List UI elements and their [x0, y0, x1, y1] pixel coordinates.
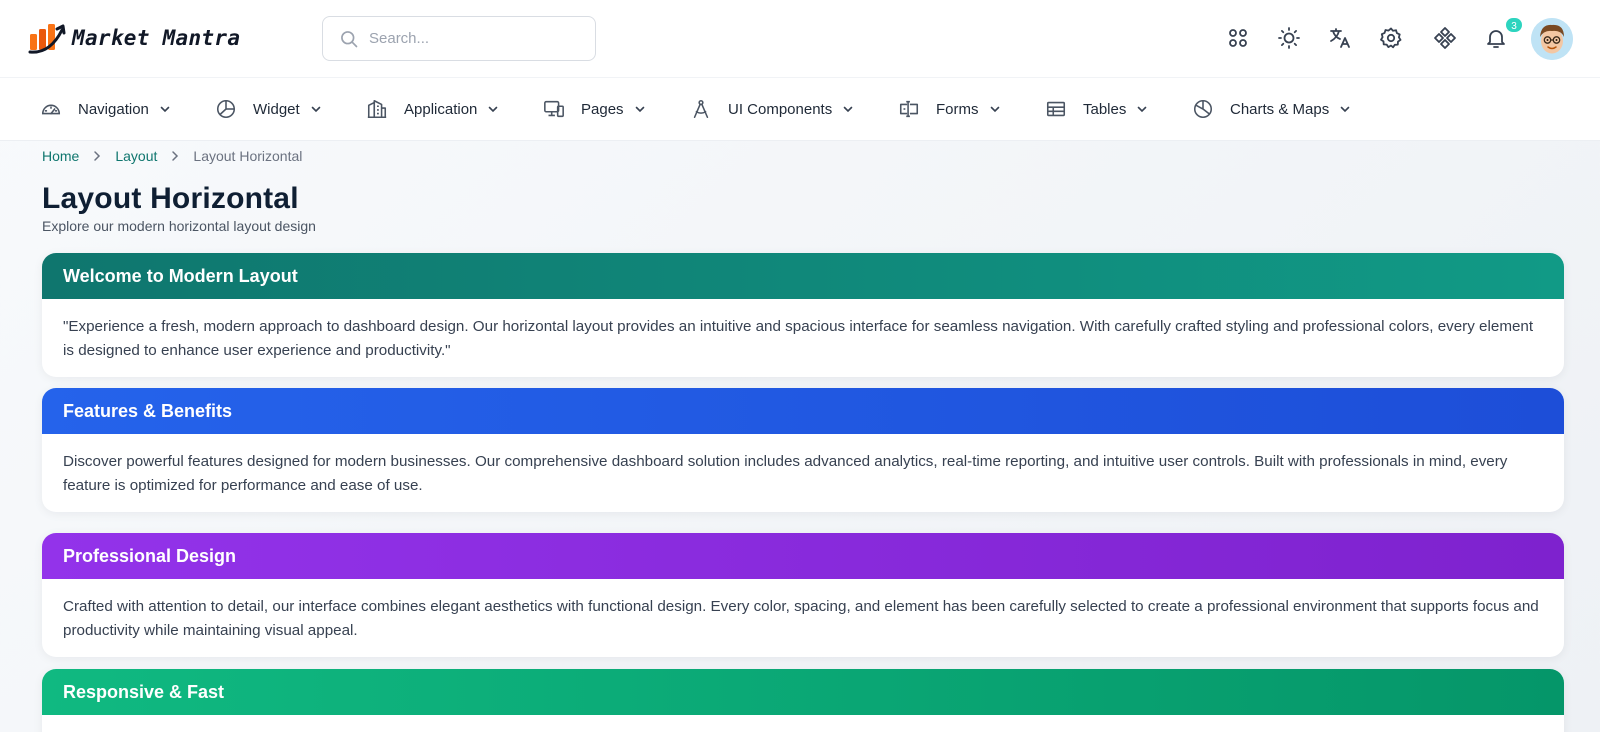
nav-item-pages[interactable]: Pages [543, 96, 646, 122]
gauge-icon [41, 104, 61, 115]
chevron-down-icon [1340, 106, 1350, 113]
chart-pie-icon [1193, 99, 1213, 119]
breadcrumb-layout[interactable]: Layout [115, 148, 157, 164]
sun-icon[interactable] [1275, 24, 1303, 52]
nav-label: Forms [936, 100, 979, 118]
nav-label: Pages [581, 100, 624, 118]
card-features: Features & Benefits Discover powerful fe… [42, 388, 1564, 512]
buildings-icon [367, 99, 387, 119]
card-body: Crafted with attention to detail, our in… [63, 598, 1539, 639]
avatar-face-icon [1531, 18, 1573, 60]
breadcrumb: Home Layout Layout Horizontal [42, 148, 302, 164]
page-subtitle: Explore our modern horizontal layout des… [42, 218, 316, 234]
card-title: Features & Benefits [42, 388, 1564, 434]
card-welcome: Welcome to Modern Layout "Experience a f… [42, 253, 1564, 377]
brand-name: Market Mantra [72, 26, 241, 50]
nav-item-ui-components[interactable]: UI Components [690, 96, 854, 122]
nav-label: Widget [253, 100, 300, 118]
chevron-down-icon [160, 106, 170, 113]
nav-label: Charts & Maps [1230, 100, 1330, 118]
notification-badge: 3 [1504, 16, 1524, 34]
chevron-right-icon [172, 151, 179, 161]
chevron-down-icon [843, 106, 853, 113]
form-input-icon [899, 100, 919, 118]
nav-label: Navigation [78, 100, 149, 118]
brand-logo[interactable]: Market Mantra [28, 20, 240, 56]
chevron-down-icon [311, 106, 320, 113]
card-title: Responsive & Fast [42, 669, 1564, 715]
card-professional-design: Professional Design Crafted with attenti… [42, 533, 1564, 657]
breadcrumb-home[interactable]: Home [42, 148, 79, 164]
apps-grid-icon[interactable] [1224, 24, 1252, 52]
compass-icon [693, 99, 709, 119]
nav-label: Tables [1083, 100, 1127, 118]
chart-arrow-logo-icon [28, 24, 66, 54]
chevron-down-icon [635, 106, 644, 113]
bell-icon[interactable]: 3 [1482, 16, 1524, 52]
table-icon [1046, 101, 1066, 117]
horizontal-nav: Navigation Widget Application Pages UI C… [0, 78, 1600, 141]
chevron-down-icon [489, 106, 498, 113]
chevron-down-icon [990, 106, 999, 113]
user-avatar[interactable] [1531, 18, 1573, 60]
search-icon [341, 30, 358, 47]
card-title: Welcome to Modern Layout [42, 253, 1564, 299]
search-box[interactable] [322, 16, 596, 61]
chevron-down-icon [1138, 106, 1147, 113]
card-body: "Experience a fresh, modern approach to … [63, 318, 1534, 359]
nav-item-charts-maps[interactable]: Charts & Maps [1192, 96, 1351, 122]
card-responsive: Responsive & Fast [42, 669, 1564, 732]
nav-label: Application [404, 100, 478, 118]
card-body [42, 715, 1564, 731]
nav-item-navigation[interactable]: Navigation [40, 96, 171, 122]
nav-item-forms[interactable]: Forms [898, 96, 1001, 122]
page-title: Layout Horizontal [42, 182, 299, 215]
nav-item-widget[interactable]: Widget [215, 96, 322, 122]
nav-item-application[interactable]: Application [366, 96, 499, 122]
gear-icon[interactable] [1377, 24, 1405, 52]
top-header: Market Mantra Search... 3 [0, 0, 1600, 78]
devices-icon [544, 100, 564, 118]
pie-chart-icon [216, 99, 236, 119]
diamond-grid-icon[interactable] [1431, 24, 1459, 52]
translate-icon[interactable] [1326, 24, 1354, 52]
breadcrumb-current: Layout Horizontal [193, 148, 303, 164]
nav-item-tables[interactable]: Tables [1045, 96, 1148, 122]
card-body: Discover powerful features designed for … [63, 453, 1508, 494]
nav-label: UI Components [728, 100, 833, 118]
card-title: Professional Design [42, 533, 1564, 579]
chevron-right-icon [94, 151, 101, 161]
search-input[interactable] [369, 30, 569, 47]
